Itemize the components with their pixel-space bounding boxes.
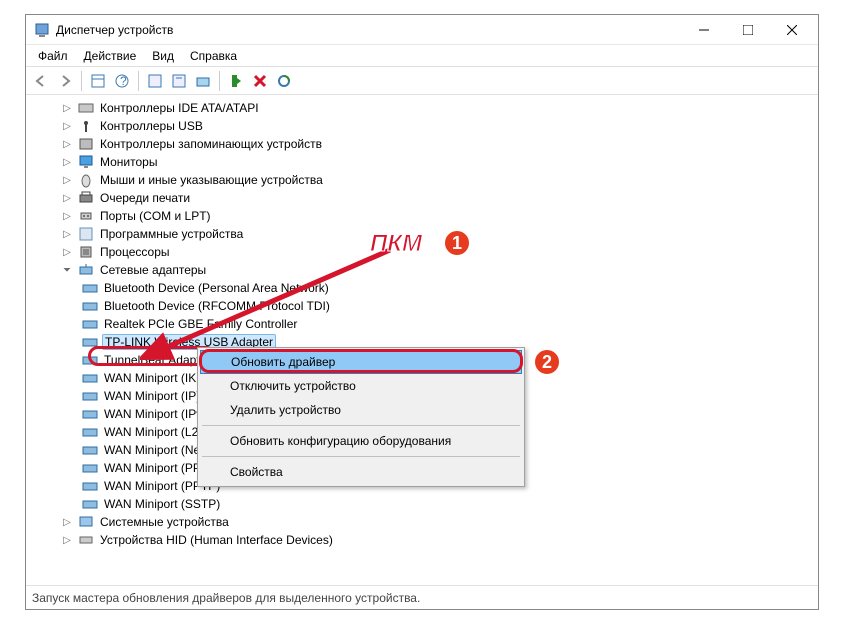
help-icon[interactable]: ? <box>111 70 133 92</box>
status-bar: Запуск мастера обновления драйверов для … <box>26 585 818 609</box>
category-system[interactable]: ▷Системные устройства <box>60 513 812 531</box>
annotation-badge-2: 2 <box>532 347 562 377</box>
expand-icon[interactable]: ▷ <box>60 209 74 223</box>
device-realtek[interactable]: Realtek PCIe GBE Family Controller <box>78 315 812 333</box>
expand-icon[interactable]: ▷ <box>60 533 74 547</box>
status-text: Запуск мастера обновления драйверов для … <box>32 591 420 605</box>
app-icon <box>34 22 50 38</box>
ctx-scan-hardware[interactable]: Обновить конфигурацию оборудования <box>200 429 522 453</box>
expand-icon[interactable]: ▷ <box>60 137 74 151</box>
context-menu: Обновить драйвер Отключить устройство Уд… <box>197 347 525 487</box>
hid-icon <box>78 532 94 548</box>
ide-icon <box>78 100 94 116</box>
category-mice[interactable]: ▷Мыши и иные указывающие устройства <box>60 171 812 189</box>
minimize-button[interactable] <box>682 16 726 44</box>
network-icon <box>78 262 94 278</box>
device-wan-sstp[interactable]: WAN Miniport (SSTP) <box>78 495 812 513</box>
system-icon <box>78 514 94 530</box>
category-printqueues[interactable]: ▷Очереди печати <box>60 189 812 207</box>
adapter-icon <box>82 388 98 404</box>
adapter-icon <box>82 370 98 386</box>
category-monitors[interactable]: ▷Мониторы <box>60 153 812 171</box>
monitor-icon <box>78 154 94 170</box>
adapter-icon <box>82 334 98 350</box>
show-hide-icon[interactable] <box>87 70 109 92</box>
expand-icon[interactable]: ▷ <box>60 191 74 205</box>
category-processors[interactable]: ▷Процессоры <box>60 243 812 261</box>
menu-bar: Файл Действие Вид Справка <box>26 45 818 67</box>
adapter-icon <box>82 478 98 494</box>
menu-help[interactable]: Справка <box>182 47 245 65</box>
update-driver-icon[interactable] <box>192 70 214 92</box>
adapter-icon <box>82 298 98 314</box>
ctx-update-driver[interactable]: Обновить драйвер <box>200 350 522 374</box>
expand-icon[interactable]: ▷ <box>60 119 74 133</box>
adapter-icon <box>82 280 98 296</box>
menu-view[interactable]: Вид <box>144 47 182 65</box>
adapter-icon <box>82 352 98 368</box>
menu-file[interactable]: Файл <box>30 47 76 65</box>
enable-icon[interactable] <box>225 70 247 92</box>
window-title: Диспетчер устройств <box>56 23 682 37</box>
category-software[interactable]: ▷Программные устройства <box>60 225 812 243</box>
category-ports[interactable]: ▷Порты (COM и LPT) <box>60 207 812 225</box>
toolbar-icon-1[interactable] <box>144 70 166 92</box>
category-network[interactable]: ⏷Сетевые адаптеры <box>60 261 812 279</box>
device-bt-pan[interactable]: Bluetooth Device (Personal Area Network) <box>78 279 812 297</box>
expand-icon[interactable]: ▷ <box>60 101 74 115</box>
close-button[interactable] <box>770 16 814 44</box>
ctx-separator <box>202 425 520 426</box>
back-button[interactable] <box>30 70 52 92</box>
scan-hardware-icon[interactable] <box>273 70 295 92</box>
category-hid[interactable]: ▷Устройства HID (Human Interface Devices… <box>60 531 812 549</box>
forward-button[interactable] <box>54 70 76 92</box>
mouse-icon <box>78 172 94 188</box>
storage-icon <box>78 136 94 152</box>
expand-icon[interactable]: ▷ <box>60 245 74 259</box>
uninstall-icon[interactable] <box>249 70 271 92</box>
category-usb[interactable]: ▷Контроллеры USB <box>60 117 812 135</box>
software-icon <box>78 226 94 242</box>
device-tree[interactable]: ▷Контроллеры IDE ATA/ATAPI ▷Контроллеры … <box>26 95 818 585</box>
expand-icon[interactable]: ▷ <box>60 173 74 187</box>
ctx-uninstall-device[interactable]: Удалить устройство <box>200 398 522 422</box>
maximize-button[interactable] <box>726 16 770 44</box>
cpu-icon <box>78 244 94 260</box>
adapter-icon <box>82 424 98 440</box>
printer-icon <box>78 190 94 206</box>
expand-icon[interactable]: ▷ <box>60 155 74 169</box>
adapter-icon <box>82 460 98 476</box>
ctx-separator <box>202 456 520 457</box>
annotation-badge-1: 1 <box>442 228 472 258</box>
adapter-icon <box>82 316 98 332</box>
collapse-icon[interactable]: ⏷ <box>60 263 74 277</box>
toolbar: ? <box>26 67 818 95</box>
expand-icon[interactable]: ▷ <box>60 515 74 529</box>
ctx-properties[interactable]: Свойства <box>200 460 522 484</box>
ctx-disable-device[interactable]: Отключить устройство <box>200 374 522 398</box>
adapter-icon <box>82 406 98 422</box>
adapter-icon <box>82 496 98 512</box>
adapter-icon <box>82 442 98 458</box>
svg-text:?: ? <box>120 74 127 88</box>
device-manager-window: Диспетчер устройств Файл Действие Вид Сп… <box>25 14 819 610</box>
port-icon <box>78 208 94 224</box>
menu-action[interactable]: Действие <box>76 47 145 65</box>
category-storage[interactable]: ▷Контроллеры запоминающих устройств <box>60 135 812 153</box>
annotation-pkm-label: ПКМ <box>370 230 422 258</box>
title-bar: Диспетчер устройств <box>26 15 818 45</box>
device-bt-rfcomm[interactable]: Bluetooth Device (RFCOMM Protocol TDI) <box>78 297 812 315</box>
usb-icon <box>78 118 94 134</box>
toolbar-icon-2[interactable] <box>168 70 190 92</box>
category-ide[interactable]: ▷Контроллеры IDE ATA/ATAPI <box>60 99 812 117</box>
expand-icon[interactable]: ▷ <box>60 227 74 241</box>
